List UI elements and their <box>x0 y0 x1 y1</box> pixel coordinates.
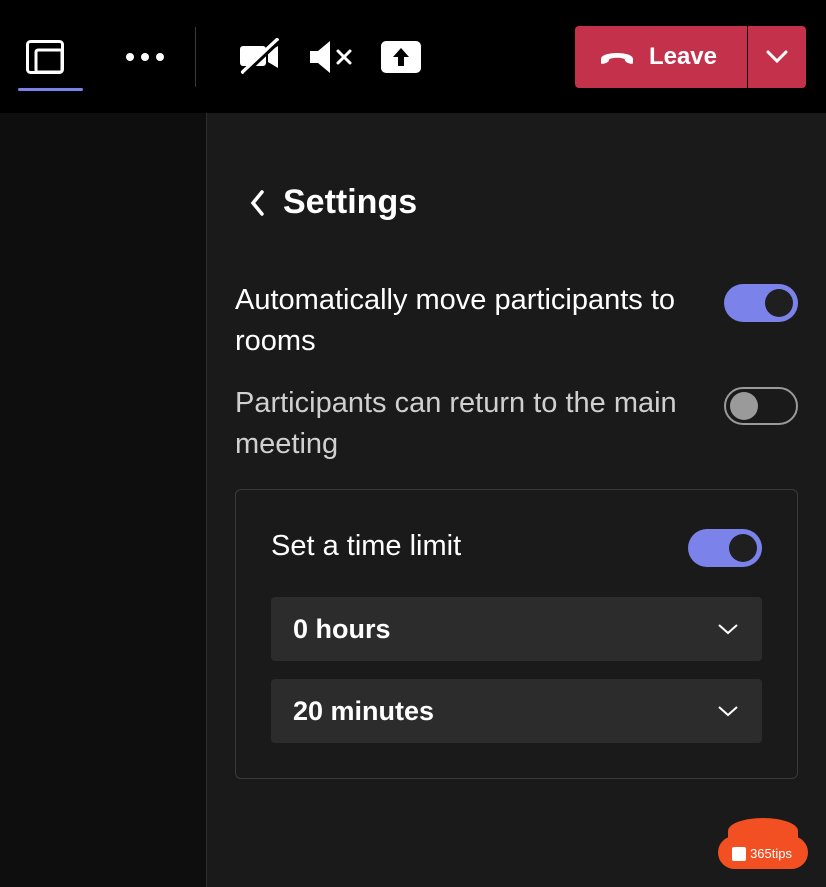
camera-toggle-button[interactable] <box>226 0 296 113</box>
auto-move-label: Automatically move participants to rooms <box>235 280 704 361</box>
toggle-knob <box>730 392 758 420</box>
hours-value: 0 hours <box>293 614 391 645</box>
leave-button-group: Leave <box>575 26 806 88</box>
time-limit-toggle[interactable] <box>688 529 762 567</box>
watermark-badge: 365tips <box>718 836 808 869</box>
share-screen-button[interactable] <box>366 0 436 113</box>
settings-panel: Settings Automatically move participants… <box>207 113 826 887</box>
minutes-dropdown[interactable]: 20 minutes <box>271 679 762 743</box>
panel-title: Settings <box>283 183 417 222</box>
leave-label: Leave <box>649 43 717 71</box>
toggle-knob <box>729 534 757 562</box>
return-main-label: Participants can return to the main meet… <box>235 383 704 464</box>
more-options-button[interactable] <box>115 0 175 113</box>
chevron-down-icon <box>716 704 740 718</box>
chevron-left-icon <box>249 189 265 217</box>
speaker-muted-icon <box>308 38 354 76</box>
main-area: Settings Automatically move participants… <box>0 113 826 887</box>
audio-toggle-button[interactable] <box>296 0 366 113</box>
more-icon <box>125 52 165 62</box>
minutes-value: 20 minutes <box>293 696 434 727</box>
back-button[interactable] <box>249 189 265 217</box>
share-tray-icon <box>381 41 421 73</box>
leave-options-button[interactable] <box>748 26 806 88</box>
leave-button[interactable]: Leave <box>575 26 747 88</box>
time-limit-header: Set a time limit <box>271 525 762 567</box>
toggle-knob <box>765 289 793 317</box>
toolbar-left-group <box>5 0 175 113</box>
return-main-toggle[interactable] <box>724 387 798 425</box>
auto-move-toggle[interactable] <box>724 284 798 322</box>
time-limit-card: Set a time limit 0 hours 20 minutes <box>235 489 798 779</box>
hangup-icon <box>599 47 635 67</box>
camera-off-icon <box>239 38 283 76</box>
time-limit-title: Set a time limit <box>271 530 461 563</box>
meeting-toolbar: Leave <box>0 0 826 113</box>
left-sidebar <box>0 113 207 887</box>
toolbar-divider <box>195 27 196 87</box>
return-main-setting: Participants can return to the main meet… <box>235 383 798 464</box>
panel-header: Settings <box>249 183 798 222</box>
breakout-rooms-button[interactable] <box>5 0 85 113</box>
chevron-down-icon <box>716 622 740 636</box>
office-icon <box>732 847 746 861</box>
hours-dropdown[interactable]: 0 hours <box>271 597 762 661</box>
breakout-rooms-icon <box>26 40 64 74</box>
watermark-text: 365tips <box>750 846 792 861</box>
chevron-down-icon <box>766 50 788 64</box>
auto-move-setting: Automatically move participants to rooms <box>235 280 798 361</box>
